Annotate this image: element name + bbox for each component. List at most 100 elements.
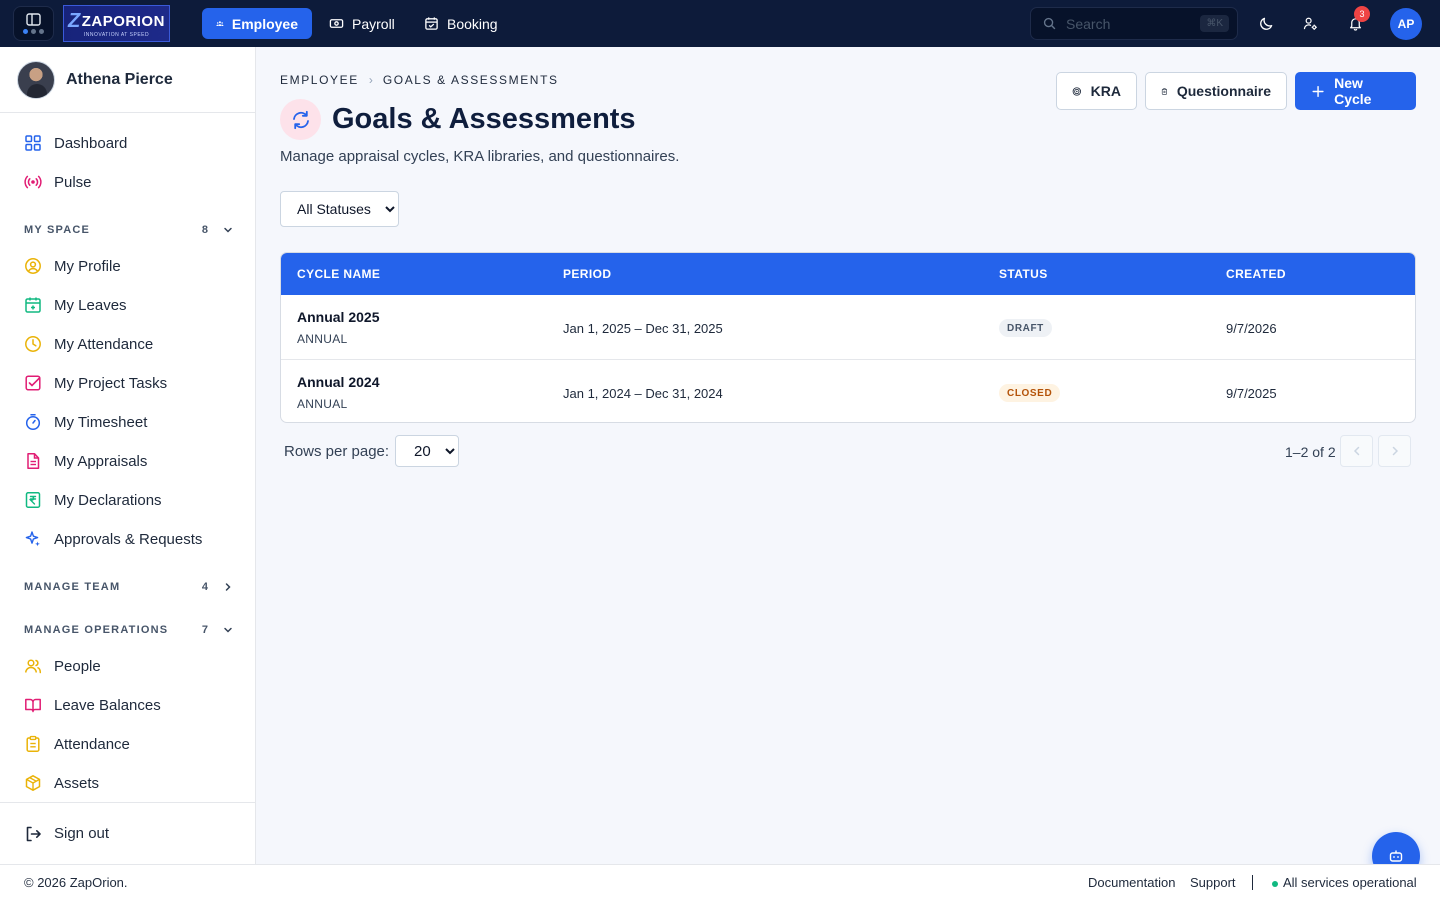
system-status-text: All services operational — [1283, 875, 1417, 890]
workspace-dots — [23, 29, 44, 34]
sidebar-item-people[interactable]: People — [0, 648, 255, 684]
support-link[interactable]: Support — [1190, 875, 1236, 890]
sidebar-item-attendance[interactable]: Attendance — [0, 726, 255, 762]
sidebar-item-my-declarations[interactable]: My Declarations — [0, 482, 255, 518]
tab-label: Booking — [447, 15, 498, 32]
notification-badge: 3 — [1354, 6, 1370, 22]
status-filter-select[interactable]: All Statuses — [280, 191, 399, 227]
table-row[interactable]: Annual 2025 ANNUAL Jan 1, 2025 – Dec 31,… — [281, 295, 1415, 359]
sidebar-item-pulse[interactable]: Pulse — [0, 164, 255, 200]
clipboard-list-icon — [1161, 87, 1167, 95]
cycle-name[interactable]: Annual 2025 — [297, 309, 379, 325]
column-header-period[interactable]: PERIOD — [563, 267, 611, 281]
sidebar-item-my-attendance[interactable]: My Attendance — [0, 326, 255, 362]
breadcrumb-item: GOALS & ASSESSMENTS — [382, 73, 559, 87]
tab-label: Employee — [231, 15, 298, 32]
table-row[interactable]: Annual 2024 ANNUAL Jan 1, 2024 – Dec 31,… — [281, 359, 1415, 422]
sidebar-item-label: My Profile — [54, 257, 121, 275]
status-indicator-dot — [1272, 881, 1278, 887]
column-header-status[interactable]: STATUS — [999, 267, 1048, 281]
documentation-link[interactable]: Documentation — [1088, 875, 1175, 890]
sidebar: Athena Pierce Dashboard Pulse MY SPACE 8… — [0, 47, 256, 864]
pagination-range: 1–2 of 2 — [1285, 444, 1336, 460]
sidebar-item-label: My Attendance — [54, 335, 154, 353]
notifications-button[interactable]: 3 — [1344, 6, 1370, 34]
sidebar-item-label: Assets — [54, 774, 100, 792]
cycle-name[interactable]: Annual 2024 — [297, 374, 379, 390]
next-page-button[interactable] — [1378, 435, 1411, 467]
section-manage-team[interactable]: MANAGE TEAM 4 — [24, 577, 234, 597]
sidebar-item-label: Pulse — [54, 173, 92, 191]
cycle-created: 9/7/2026 — [1226, 321, 1277, 336]
target-icon — [1072, 86, 1081, 96]
breadcrumb: EMPLOYEE › GOALS & ASSESSMENTS — [280, 73, 559, 87]
sidebar-item-assets[interactable]: Assets — [0, 765, 255, 801]
logout-icon — [26, 826, 41, 841]
theme-toggle-button[interactable] — [1255, 12, 1277, 34]
chevron-down-icon — [224, 227, 232, 233]
section-count: 4 — [201, 581, 208, 593]
section-manage-operations[interactable]: MANAGE OPERATIONS 7 — [24, 620, 234, 640]
table-header: CYCLE NAME PERIOD STATUS CREATED — [281, 253, 1415, 295]
sidebar-toggle-button[interactable] — [13, 6, 54, 41]
sidebar-item-dashboard[interactable]: Dashboard — [0, 125, 255, 161]
timer-icon — [25, 414, 41, 431]
cycle-period: Jan 1, 2024 – Dec 31, 2024 — [563, 386, 723, 401]
sidebar-item-label: People — [54, 657, 101, 675]
brand-logo[interactable]: Z ZAPORION INNOVATION AT SPEED — [63, 5, 170, 42]
search-box[interactable]: ⌘K — [1030, 7, 1238, 40]
tab-booking[interactable]: Booking — [410, 8, 512, 39]
search-shortcut: ⌘K — [1200, 15, 1229, 32]
sidebar-item-my-project-tasks[interactable]: My Project Tasks — [0, 365, 255, 401]
tab-employee[interactable]: Employee — [202, 8, 312, 39]
column-header-created[interactable]: CREATED — [1226, 267, 1286, 281]
breadcrumb-item[interactable]: EMPLOYEE — [280, 73, 359, 87]
chevron-down-icon — [224, 627, 232, 633]
chevron-right-icon: › — [368, 73, 373, 87]
moon-icon — [1259, 17, 1272, 30]
broadcast-icon — [24, 175, 42, 189]
user-name: Athena Pierce — [66, 70, 173, 88]
rows-per-page-select[interactable]: 20 — [395, 435, 459, 467]
section-my-space[interactable]: MY SPACE 8 — [24, 220, 234, 240]
sidebar-item-my-appraisals[interactable]: My Appraisals — [0, 443, 255, 479]
sidebar-item-leave-balances[interactable]: Leave Balances — [0, 687, 255, 723]
sidebar-item-my-timesheet[interactable]: My Timesheet — [0, 404, 255, 440]
sidebar-item-label: My Declarations — [54, 491, 162, 509]
tab-label: Payroll — [352, 15, 395, 32]
questionnaire-button[interactable]: Questionnaire — [1145, 72, 1287, 110]
search-icon — [1043, 17, 1056, 30]
new-cycle-button[interactable]: New Cycle — [1295, 72, 1416, 110]
tab-payroll[interactable]: Payroll — [315, 8, 409, 39]
chevron-right-icon — [1392, 446, 1398, 456]
sidebar-item-my-profile[interactable]: My Profile — [0, 248, 255, 284]
cycles-table: CYCLE NAME PERIOD STATUS CREATED Annual … — [280, 252, 1416, 423]
section-count: 8 — [201, 224, 208, 236]
sign-out-button[interactable]: Sign out — [0, 802, 255, 864]
refresh-cycle-icon — [292, 110, 309, 129]
button-label: KRA — [1090, 83, 1121, 99]
sidebar-item-approvals-requests[interactable]: Approvals & Requests — [0, 521, 255, 557]
people-icon — [216, 21, 224, 26]
rupee-receipt-icon — [25, 492, 41, 508]
sidebar-item-label: Leave Balances — [54, 696, 161, 714]
user-avatar[interactable]: AP — [1390, 8, 1422, 40]
previous-page-button[interactable] — [1340, 435, 1373, 467]
user-settings-button[interactable] — [1299, 12, 1321, 34]
bot-icon — [1389, 850, 1403, 862]
clipboard-icon — [26, 735, 40, 752]
package-icon — [25, 775, 41, 791]
column-header-cycle-name[interactable]: CYCLE NAME — [297, 267, 380, 281]
rows-per-page-label: Rows per page: — [284, 443, 390, 460]
sidebar-item-my-leaves[interactable]: My Leaves — [0, 287, 255, 323]
kra-button[interactable]: KRA — [1056, 72, 1137, 110]
title-icon-wrap — [280, 99, 321, 140]
search-input[interactable] — [1066, 15, 1201, 32]
sign-out-label: Sign out — [54, 825, 110, 842]
chevron-left-icon — [1353, 446, 1359, 456]
sidebar-user[interactable]: Athena Pierce — [0, 47, 255, 113]
cycle-type: ANNUAL — [297, 332, 348, 346]
page-subtitle: Manage appraisal cycles, KRA libraries, … — [280, 148, 680, 165]
checkbox-icon — [25, 375, 41, 391]
button-label: New Cycle — [1334, 75, 1372, 107]
